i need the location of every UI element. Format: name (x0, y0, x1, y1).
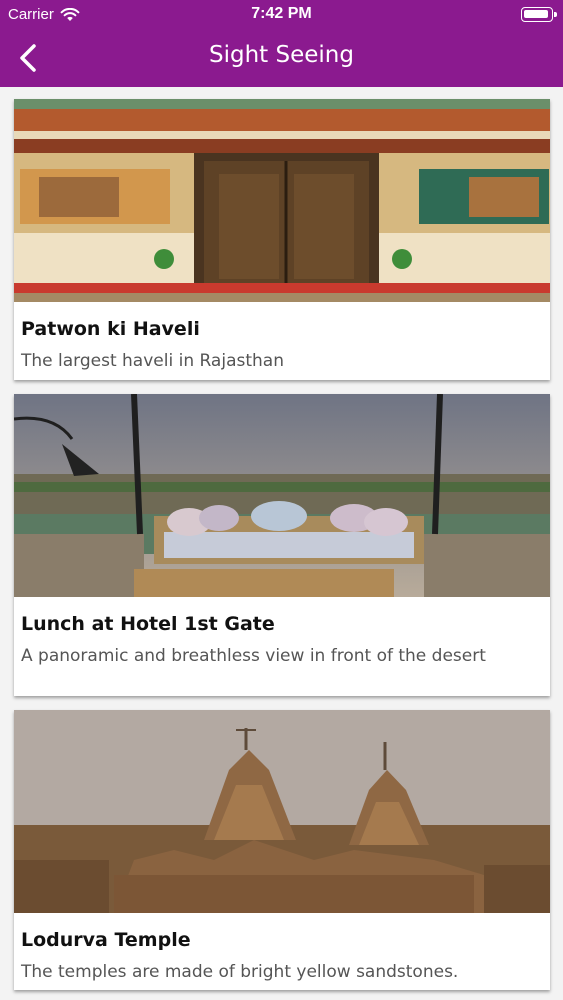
place-description: The temples are made of bright yellow sa… (21, 962, 459, 982)
place-title: Lunch at Hotel 1st Gate (21, 613, 275, 635)
place-description: The largest haveli in Rajasthan (21, 351, 284, 371)
place-title: Lodurva Temple (21, 929, 191, 951)
hotel-terrace-image (14, 394, 550, 597)
haveli-image (14, 99, 550, 302)
place-card-patwon-ki-haveli[interactable]: Patwon ki Haveli The largest haveli in R… (14, 99, 550, 380)
place-title: Patwon ki Haveli (21, 318, 200, 340)
place-card-hotel-1st-gate[interactable]: Lunch at Hotel 1st Gate A panoramic and … (14, 394, 550, 696)
status-bar: Carrier 7:42 PM (0, 0, 563, 30)
place-card-lodurva-temple[interactable]: Lodurva Temple The temples are made of b… (14, 710, 550, 990)
status-time: 7:42 PM (251, 5, 312, 22)
sightseeing-list[interactable]: Patwon ki Haveli The largest haveli in R… (0, 87, 563, 1000)
page-title: Sight Seeing (209, 42, 354, 68)
place-description: A panoramic and breathless view in front… (21, 646, 486, 666)
battery-icon (521, 7, 557, 22)
nav-bar: Sight Seeing (0, 30, 563, 87)
temple-image (14, 710, 550, 913)
